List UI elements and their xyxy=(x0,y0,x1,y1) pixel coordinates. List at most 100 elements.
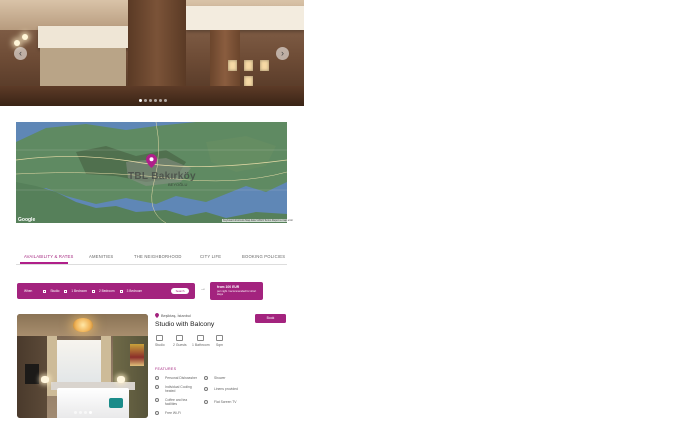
pagination-dot[interactable] xyxy=(74,411,77,414)
room-tv xyxy=(25,364,39,384)
spec-label: Studio xyxy=(155,343,165,347)
feature-label: Flat Screen TV xyxy=(214,400,237,404)
search-button[interactable]: Search xyxy=(171,288,189,294)
pagination-dot[interactable] xyxy=(159,99,162,102)
price-summary[interactable]: from 100 EUR per night / recommended for… xyxy=(210,282,263,300)
pagination-dot[interactable] xyxy=(149,99,152,102)
feature-item: Free Wi-Fi xyxy=(155,410,181,415)
bedside-lamp xyxy=(117,376,125,383)
tab-booking-policies[interactable]: BOOKING POLICIES xyxy=(242,254,285,259)
spec-label: Sqm xyxy=(216,343,223,347)
bedside-lamp xyxy=(41,376,49,383)
feature-label: Individual Cooling heated xyxy=(165,385,192,394)
feature-item: Flat Screen TV xyxy=(204,399,237,404)
home-icon xyxy=(156,335,164,341)
feature-item: Linens provided xyxy=(204,386,238,391)
tab-availability-rates[interactable]: AVAILABILITY & RATES xyxy=(24,254,74,259)
hero-soffit xyxy=(38,26,130,48)
room-detail-page: ‹ › TBL Bakırköy BEYOĞLU Google Keyboard… xyxy=(0,0,681,429)
room-location-text: Beşiktaş, İstanbul xyxy=(161,313,191,318)
pagination-dot[interactable] xyxy=(84,411,87,414)
booking-search-bar: When Studio 1 Bedroom 2 Bedroom 3 Bedroo… xyxy=(17,283,195,299)
guests-icon xyxy=(176,335,184,341)
room-photo-pagination xyxy=(74,411,92,414)
shower-icon xyxy=(204,375,208,380)
hero-niche xyxy=(244,60,253,71)
chandelier xyxy=(73,318,93,332)
pagination-dot[interactable] xyxy=(139,99,142,102)
features-title: FEATURES xyxy=(155,367,177,371)
cooling-icon xyxy=(155,384,159,389)
pagination-dot[interactable] xyxy=(89,411,92,414)
hero-gallery[interactable]: ‹ › xyxy=(0,0,304,106)
tab-city-life[interactable]: CITY LIFE xyxy=(200,254,221,259)
hero-light xyxy=(22,34,28,40)
washer-icon xyxy=(155,375,159,380)
feature-item: Individual Cooling heated xyxy=(155,384,199,394)
feature-label: Shower xyxy=(214,376,226,380)
map-attribution[interactable]: Keyboard shortcuts Map data ©2024 Terms … xyxy=(222,219,295,222)
booking-option-label: 1 Bedroom xyxy=(71,289,87,293)
booking-option-label: 3 Bedroom xyxy=(126,289,143,293)
spec-label: 2 Guests xyxy=(173,343,187,347)
feature-label: Personal Dishwasher xyxy=(165,376,198,380)
size-icon xyxy=(216,335,223,341)
room-chair xyxy=(109,398,123,408)
feature-item: Personal Dishwasher xyxy=(155,375,198,380)
tab-amenities[interactable]: AMENITIES xyxy=(89,254,113,259)
feature-label: Free Wi-Fi xyxy=(165,411,181,415)
feature-item: Shower xyxy=(204,375,226,380)
google-logo: Google xyxy=(18,217,36,223)
hero-soffit xyxy=(186,6,304,30)
room-photo[interactable] xyxy=(17,314,148,418)
map-pin-icon[interactable] xyxy=(146,154,157,168)
active-tab-indicator xyxy=(20,262,68,264)
hero-floor xyxy=(0,86,304,106)
pagination-dot[interactable] xyxy=(79,411,82,414)
bed-icon xyxy=(197,335,205,341)
booking-option-3-bedroom[interactable]: 3 Bedroom xyxy=(119,289,143,293)
hero-niche xyxy=(260,60,269,71)
booking-option-studio[interactable]: Studio xyxy=(43,289,59,293)
map-city-label: TBL Bakırköy xyxy=(128,171,196,182)
booking-when-field[interactable]: When xyxy=(24,289,32,293)
booking-when-label: When xyxy=(24,289,33,293)
feature-label: Coffee and tea facilities xyxy=(165,398,188,407)
tab-neighborhood[interactable]: THE NEIGHBORHOOD xyxy=(134,254,182,259)
checkbox-icon[interactable] xyxy=(43,289,47,293)
spec-bathroom: 1 Bathroom xyxy=(192,335,210,347)
room-location: Beşiktaş, İstanbul xyxy=(155,313,191,318)
checkbox-icon[interactable] xyxy=(119,289,123,293)
map-district-label: BEYOĞLU xyxy=(168,182,188,187)
tub-icon xyxy=(204,386,208,391)
hero-light xyxy=(14,40,20,46)
pagination-dot[interactable] xyxy=(144,99,147,102)
hero-wall xyxy=(40,48,126,88)
spec-studio: Studio xyxy=(155,335,165,347)
price-title: from 100 EUR xyxy=(217,285,240,289)
price-note: per night / recommended for short stays xyxy=(217,290,257,296)
chevron-left-icon[interactable]: ‹ xyxy=(14,47,27,60)
spec-label: 1 Bathroom xyxy=(192,343,210,347)
arrow-right-icon: → xyxy=(200,286,206,292)
booking-option-2-bedroom[interactable]: 2 Bedroom xyxy=(91,289,115,293)
checkbox-icon[interactable] xyxy=(64,289,68,293)
hero-niche xyxy=(228,60,237,71)
location-pin-icon xyxy=(155,313,159,318)
booking-option-1-bedroom[interactable]: 1 Bedroom xyxy=(64,289,87,293)
spec-size: Sqm xyxy=(216,335,223,347)
spec-guests: 2 Guests xyxy=(173,335,187,347)
checkbox-icon[interactable] xyxy=(91,289,95,293)
feature-item: Coffee and tea facilities xyxy=(155,397,199,407)
pagination-dot[interactable] xyxy=(164,99,167,102)
pagination-dot[interactable] xyxy=(154,99,157,102)
booking-option-label: Studio xyxy=(50,289,60,293)
booking-option-label: 2 Bedroom xyxy=(98,289,115,293)
chevron-right-icon[interactable]: › xyxy=(276,47,289,60)
feature-label: Linens provided xyxy=(214,387,238,391)
room-title: Studio with Balcony xyxy=(155,321,215,328)
wifi-icon xyxy=(155,410,159,415)
room-artwork xyxy=(130,344,144,366)
book-button[interactable]: Book xyxy=(255,314,286,323)
hero-pagination xyxy=(139,99,167,102)
